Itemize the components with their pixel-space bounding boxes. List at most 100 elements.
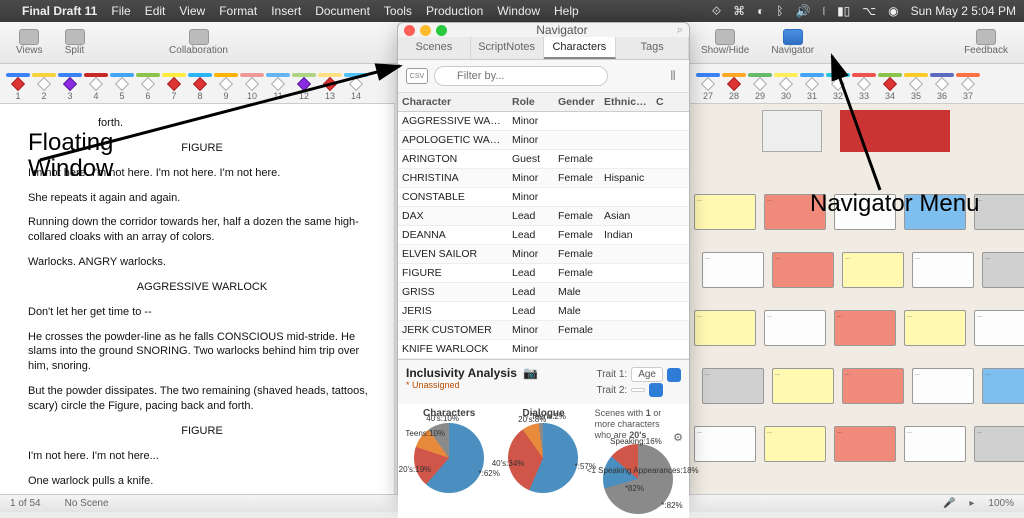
action-line: Running down the corridor towards her, h… bbox=[28, 215, 376, 245]
beat-card[interactable]: … bbox=[842, 252, 904, 288]
bluetooth-icon[interactable]: ᛒ bbox=[776, 4, 783, 18]
trait1-menu-icon[interactable] bbox=[667, 368, 681, 382]
trait2-select[interactable] bbox=[631, 388, 645, 392]
table-row[interactable]: CONSTABLEMinor bbox=[398, 188, 689, 207]
menu-edit[interactable]: Edit bbox=[145, 4, 166, 18]
beat-card[interactable]: … bbox=[904, 426, 966, 462]
scenes-pie[interactable]: *:82%<1 Speaking Appearances:18%Speaking… bbox=[603, 444, 673, 514]
trait1-select[interactable]: Age bbox=[631, 367, 663, 382]
col-role[interactable]: Role bbox=[508, 93, 554, 111]
filter-input[interactable] bbox=[434, 66, 608, 86]
col-gender[interactable]: Gender bbox=[554, 93, 600, 111]
beat-card[interactable]: … bbox=[974, 426, 1024, 462]
table-row[interactable]: APOLOGETIC WARLOCKMinor bbox=[398, 131, 689, 150]
collaboration-button[interactable]: Collaboration bbox=[99, 27, 299, 58]
menu-file[interactable]: File bbox=[111, 4, 130, 18]
action-line: She repeats it again and again. bbox=[28, 191, 376, 206]
tab-scenes[interactable]: Scenes bbox=[398, 37, 471, 59]
menu-insert[interactable]: Insert bbox=[271, 4, 301, 18]
beat-card[interactable]: … bbox=[834, 310, 896, 346]
menu-document[interactable]: Document bbox=[315, 4, 370, 18]
scene-marker[interactable]: 28 bbox=[722, 73, 746, 101]
navigator-icon bbox=[783, 29, 803, 45]
shield-icon[interactable]: ◐ bbox=[757, 4, 764, 18]
dropbox-icon[interactable]: ⟐ bbox=[712, 4, 721, 19]
table-row[interactable]: DAXLeadFemaleAsian bbox=[398, 207, 689, 226]
views-button[interactable]: Views bbox=[8, 27, 51, 58]
beat-card[interactable]: … bbox=[974, 310, 1024, 346]
dialogue-pie[interactable]: *:57%40's:34%20's:8%Teens:2% bbox=[508, 423, 578, 493]
col-more[interactable]: C bbox=[652, 93, 672, 111]
tab-characters[interactable]: Characters bbox=[544, 37, 617, 59]
close-icon[interactable] bbox=[404, 25, 415, 36]
beat-card[interactable]: … bbox=[694, 310, 756, 346]
beat-card[interactable]: … bbox=[764, 310, 826, 346]
play-icon[interactable]: ▸ bbox=[969, 498, 974, 509]
app-name[interactable]: Final Draft 11 bbox=[22, 4, 97, 18]
beat-card[interactable]: … bbox=[764, 426, 826, 462]
scene-marker[interactable]: 29 bbox=[748, 73, 772, 101]
table-row[interactable]: AGGRESSIVE WARLOCKMinor bbox=[398, 112, 689, 131]
menubar-icon[interactable]: ⌘ bbox=[733, 4, 745, 18]
table-row[interactable]: JERISLeadMale bbox=[398, 302, 689, 321]
trait2-menu-icon[interactable] bbox=[649, 383, 663, 397]
navigator-button[interactable]: Navigator bbox=[763, 27, 822, 58]
volume-icon[interactable]: 🔊 bbox=[796, 4, 811, 18]
table-row[interactable]: CHRISTINAMinorFemaleHispanic bbox=[398, 169, 689, 188]
board-image[interactable] bbox=[762, 110, 822, 152]
zoom-indicator[interactable]: 100% bbox=[988, 498, 1014, 509]
table-row[interactable]: DEANNALeadFemaleIndian bbox=[398, 226, 689, 245]
zoom-icon[interactable] bbox=[436, 25, 447, 36]
beat-card[interactable]: … bbox=[982, 252, 1024, 288]
split-button[interactable]: Split bbox=[57, 27, 93, 58]
siri-icon[interactable]: ◉ bbox=[888, 4, 898, 18]
sort-icon[interactable]: ⫼ bbox=[665, 68, 681, 84]
show-hide-button[interactable]: Show/Hide bbox=[693, 27, 757, 58]
table-row[interactable]: FIGURELeadFemale bbox=[398, 264, 689, 283]
tab-scriptnotes[interactable]: ScriptNotes bbox=[471, 37, 544, 59]
characters-pie[interactable]: *:62%20's:19%Teens:10%40's:10% bbox=[414, 423, 484, 493]
navigator-window[interactable]: Navigator ⌕ Scenes ScriptNotes Character… bbox=[397, 22, 690, 498]
table-row[interactable]: JERK CUSTOMERMinorFemale bbox=[398, 321, 689, 340]
scene-marker[interactable]: 27 bbox=[696, 73, 720, 101]
menu-help[interactable]: Help bbox=[554, 4, 579, 18]
dialogue: I'm not here. I'm not here... bbox=[28, 449, 376, 464]
minimize-icon[interactable] bbox=[420, 25, 431, 36]
feedback-button[interactable]: Feedback bbox=[956, 27, 1016, 58]
beat-card[interactable]: … bbox=[772, 252, 834, 288]
col-ethnicity[interactable]: Ethnicity bbox=[600, 93, 652, 111]
character-table[interactable]: Character Role Gender Ethnicity C AGGRES… bbox=[398, 93, 689, 359]
beat-card[interactable]: … bbox=[772, 368, 834, 404]
battery-icon[interactable]: ▮▯ bbox=[837, 4, 850, 18]
beat-card[interactable]: … bbox=[694, 194, 756, 230]
table-row[interactable]: ELVEN SAILORMinorFemale bbox=[398, 245, 689, 264]
menu-tools[interactable]: Tools bbox=[384, 4, 412, 18]
menu-window[interactable]: Window bbox=[497, 4, 540, 18]
menu-production[interactable]: Production bbox=[426, 4, 483, 18]
beat-card[interactable]: … bbox=[912, 368, 974, 404]
table-row[interactable]: GRISSLeadMale bbox=[398, 283, 689, 302]
beat-card[interactable]: … bbox=[694, 426, 756, 462]
gear-icon[interactable]: ⚙ bbox=[673, 431, 683, 444]
scene-marker[interactable]: 37 bbox=[956, 73, 980, 101]
menu-format[interactable]: Format bbox=[219, 4, 257, 18]
menu-view[interactable]: View bbox=[179, 4, 205, 18]
camera-icon[interactable]: 📷 bbox=[523, 366, 538, 380]
table-row[interactable]: KNIFE WARLOCKMinor bbox=[398, 340, 689, 359]
table-row[interactable]: ARINGTONGuestFemale bbox=[398, 150, 689, 169]
beat-card[interactable]: … bbox=[974, 194, 1024, 230]
search-icon[interactable]: ⌕ bbox=[677, 24, 683, 37]
navigator-titlebar[interactable]: Navigator ⌕ bbox=[398, 23, 689, 37]
tab-tags[interactable]: Tags bbox=[616, 37, 689, 59]
control-center-icon[interactable]: ⌥ bbox=[862, 4, 876, 18]
beat-card[interactable]: … bbox=[842, 368, 904, 404]
beat-card[interactable]: … bbox=[702, 252, 764, 288]
wifi-icon[interactable]: ⧙ bbox=[823, 4, 826, 19]
scene-marker[interactable]: 30 bbox=[774, 73, 798, 101]
beat-card[interactable]: … bbox=[982, 368, 1024, 404]
mic-icon[interactable]: 🎤 bbox=[943, 498, 955, 509]
beat-card[interactable]: … bbox=[834, 426, 896, 462]
beat-card[interactable]: … bbox=[702, 368, 764, 404]
beat-card[interactable]: … bbox=[904, 310, 966, 346]
beat-card[interactable]: … bbox=[912, 252, 974, 288]
